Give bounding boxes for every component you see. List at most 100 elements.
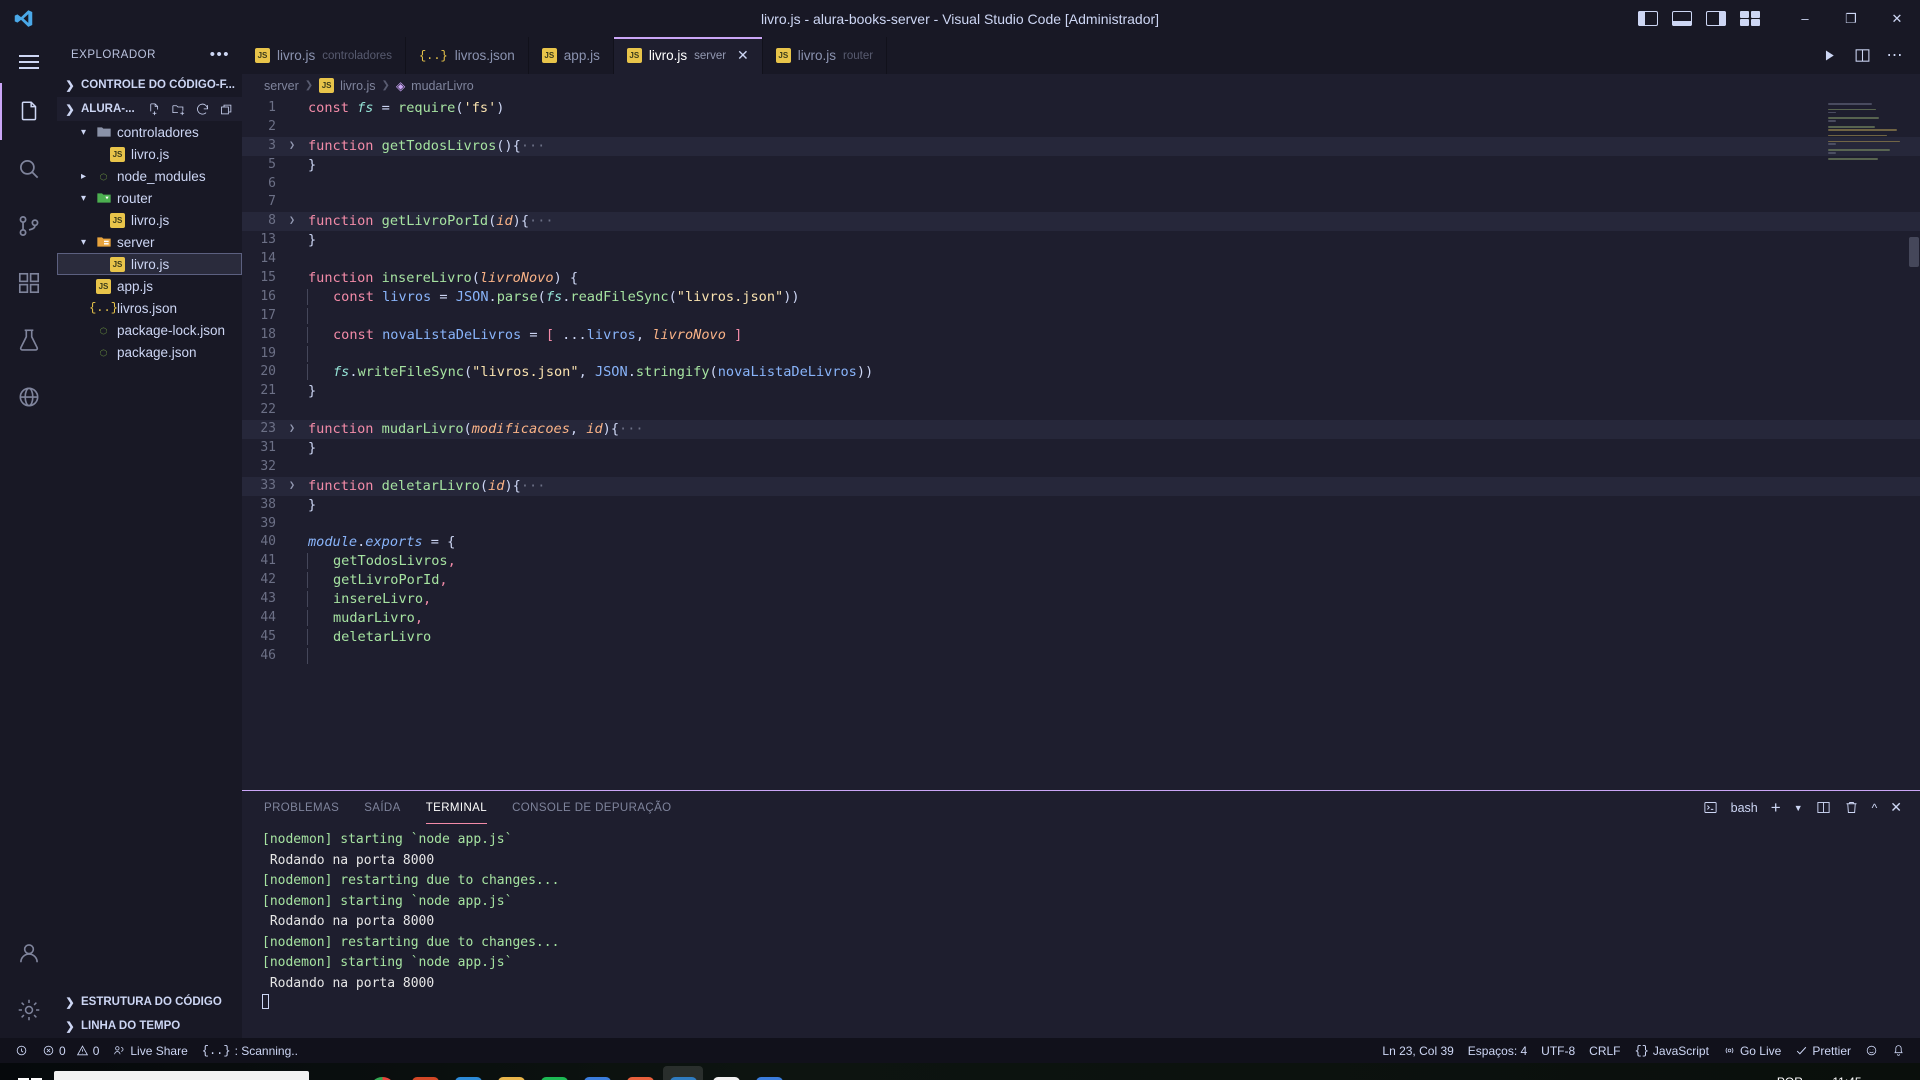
sidebar-item-extensions[interactable] — [0, 254, 57, 311]
status-indentation[interactable]: Espaços: 4 — [1461, 1044, 1534, 1058]
shell-name[interactable]: bash — [1731, 801, 1758, 815]
tree-item-server[interactable]: ▾ server — [57, 231, 242, 253]
code-line[interactable]: 13} — [242, 231, 1920, 250]
code-text[interactable] — [300, 250, 1920, 269]
line-number[interactable]: 3 — [242, 137, 284, 156]
line-number[interactable]: 44 — [242, 609, 284, 628]
status-scanning[interactable]: {..} : Scanning.. — [195, 1038, 305, 1063]
tree-item-package-json[interactable]: ◌ package.json — [57, 341, 242, 363]
toggle-primary-sidebar-icon[interactable] — [1638, 11, 1658, 26]
tree-item-app-js[interactable]: JS app.js — [57, 275, 242, 297]
status-live-share[interactable]: Live Share — [106, 1038, 194, 1063]
chevron-down-icon[interactable]: ▾ — [77, 193, 90, 204]
breadcrumb-item[interactable]: mudarLivro — [411, 79, 474, 93]
chevron-down-icon[interactable]: ▾ — [77, 237, 90, 248]
code-line[interactable]: 19 — [242, 345, 1920, 364]
code-text[interactable] — [300, 118, 1920, 137]
code-text[interactable]: module.exports = { — [300, 533, 1920, 552]
code-line[interactable]: 33 ❯ function deletarLivro(id){··· — [242, 476, 1920, 496]
line-number[interactable]: 32 — [242, 458, 284, 477]
line-number[interactable]: 6 — [242, 175, 284, 194]
line-number[interactable]: 17 — [242, 307, 284, 326]
status-go-live[interactable]: Go Live — [1716, 1044, 1788, 1058]
line-number[interactable]: 39 — [242, 515, 284, 534]
taskbar-app-microsoft-edge[interactable] — [448, 1066, 488, 1080]
sidebar-item-source-control[interactable] — [0, 197, 57, 254]
trash-icon[interactable] — [1844, 800, 1859, 815]
tree-item-router[interactable]: ▾ router — [57, 187, 242, 209]
customize-layout-icon[interactable] — [1740, 11, 1760, 26]
code-text[interactable]: function getTodosLivros(){··· — [300, 137, 1920, 156]
code-text[interactable]: } — [300, 382, 1920, 401]
minimap[interactable] — [1828, 103, 1906, 163]
status-eol[interactable]: CRLF — [1582, 1044, 1627, 1058]
taskbar-app-photos[interactable] — [749, 1066, 789, 1080]
code-line[interactable]: 6 — [242, 175, 1920, 194]
line-number[interactable]: 16 — [242, 288, 284, 307]
tree-item-livro-js[interactable]: JS livro.js — [57, 143, 242, 165]
run-icon[interactable] — [1821, 47, 1838, 64]
maximize-panel-icon[interactable]: ^ — [1872, 801, 1878, 815]
sidebar-item-search[interactable] — [0, 140, 57, 197]
taskbar-app-visual-studio-code[interactable] — [663, 1066, 703, 1080]
taskbar-search[interactable]: Pesquisar — [54, 1071, 309, 1080]
breadcrumb-item[interactable]: server — [264, 79, 299, 93]
line-number[interactable]: 43 — [242, 590, 284, 609]
sidebar-item-accounts[interactable] — [0, 924, 57, 981]
code-line[interactable]: 20 fs.writeFileSync("livros.json", JSON.s… — [242, 363, 1920, 382]
line-number[interactable]: 2 — [242, 118, 284, 137]
tree-item-livro-js[interactable]: JS livro.js — [57, 209, 242, 231]
code-text[interactable] — [300, 193, 1920, 212]
fold-indicator-icon[interactable]: ❯ — [284, 477, 300, 496]
code-text[interactable]: } — [300, 439, 1920, 458]
tab-livros-json[interactable]: {..} livros.json — [405, 37, 529, 74]
chevron-down-icon[interactable]: ▼ — [1794, 803, 1803, 813]
scrollbar-thumb[interactable] — [1909, 237, 1919, 267]
terminal-profile-icon[interactable] — [1703, 800, 1718, 815]
panel-tab-console-de-depura-o[interactable]: CONSOLE DE DEPURAÇÃO — [512, 791, 671, 824]
code-text[interactable]: fs.writeFileSync("livros.json", JSON.str… — [300, 363, 1920, 382]
new-terminal-icon[interactable]: + — [1771, 798, 1781, 818]
status-prettier[interactable]: Prettier — [1788, 1044, 1858, 1058]
collapse-all-icon[interactable] — [219, 102, 234, 117]
code-line[interactable]: 1 const fs = require('fs') — [242, 99, 1920, 118]
code-text[interactable]: function insereLivro(livroNovo) { — [300, 269, 1920, 288]
line-number[interactable]: 1 — [242, 99, 284, 118]
terminal-cursor[interactable] — [262, 994, 1920, 1015]
code-text[interactable]: insereLivro, — [300, 590, 1920, 609]
code-line[interactable]: 38} — [242, 496, 1920, 515]
code-text[interactable]: } — [300, 156, 1920, 175]
taskbar-app-powerpoint[interactable]: P — [405, 1066, 445, 1080]
code-line[interactable]: 15 function insereLivro(livroNovo) { — [242, 269, 1920, 288]
status-notifications[interactable] — [1885, 1044, 1912, 1057]
code-line[interactable]: 16 const livros = JSON.parse(fs.readFileS… — [242, 288, 1920, 307]
sidebar-item-remote-explorer[interactable] — [0, 368, 57, 425]
tray-clock[interactable]: 11:45 13/07/2023 — [1817, 1075, 1877, 1080]
minimize-button[interactable]: – — [1782, 0, 1828, 37]
chevron-right-icon[interactable]: ▸ — [77, 171, 90, 182]
status-cursor-position[interactable]: Ln 23, Col 39 — [1375, 1044, 1460, 1058]
tree-item-livro-js[interactable]: JS livro.js — [57, 253, 242, 275]
editor-scrollbar[interactable] — [1906, 97, 1920, 790]
taskbar-app-postman[interactable] — [706, 1066, 746, 1080]
code-line[interactable]: 22 — [242, 401, 1920, 420]
line-number[interactable]: 13 — [242, 231, 284, 250]
code-text[interactable] — [300, 175, 1920, 194]
status-encoding[interactable]: UTF-8 — [1534, 1044, 1582, 1058]
line-number[interactable]: 21 — [242, 382, 284, 401]
taskbar-app-task-view[interactable]: ☰ — [319, 1066, 359, 1080]
line-number[interactable]: 45 — [242, 628, 284, 647]
line-number[interactable]: 41 — [242, 552, 284, 571]
tab-livro-js-server[interactable]: JS livro.js server ✕ — [613, 37, 763, 74]
line-number[interactable]: 18 — [242, 326, 284, 345]
code-line[interactable]: 18 const novaListaDeLivros = [ ...livros,… — [242, 326, 1920, 345]
toggle-panel-icon[interactable] — [1672, 11, 1692, 26]
taskbar-app-google-chrome[interactable] — [362, 1066, 402, 1080]
panel-tab-sa-da[interactable]: SAÍDA — [364, 791, 401, 824]
tree-item-package-lock-json[interactable]: ◌ package-lock.json — [57, 319, 242, 341]
code-line[interactable]: 39 — [242, 515, 1920, 534]
code-line[interactable]: 5} — [242, 156, 1920, 175]
code-text[interactable]: const livros = JSON.parse(fs.readFileSyn… — [300, 288, 1920, 307]
split-terminal-icon[interactable] — [1816, 800, 1831, 815]
fold-indicator-icon[interactable]: ❯ — [284, 137, 300, 156]
